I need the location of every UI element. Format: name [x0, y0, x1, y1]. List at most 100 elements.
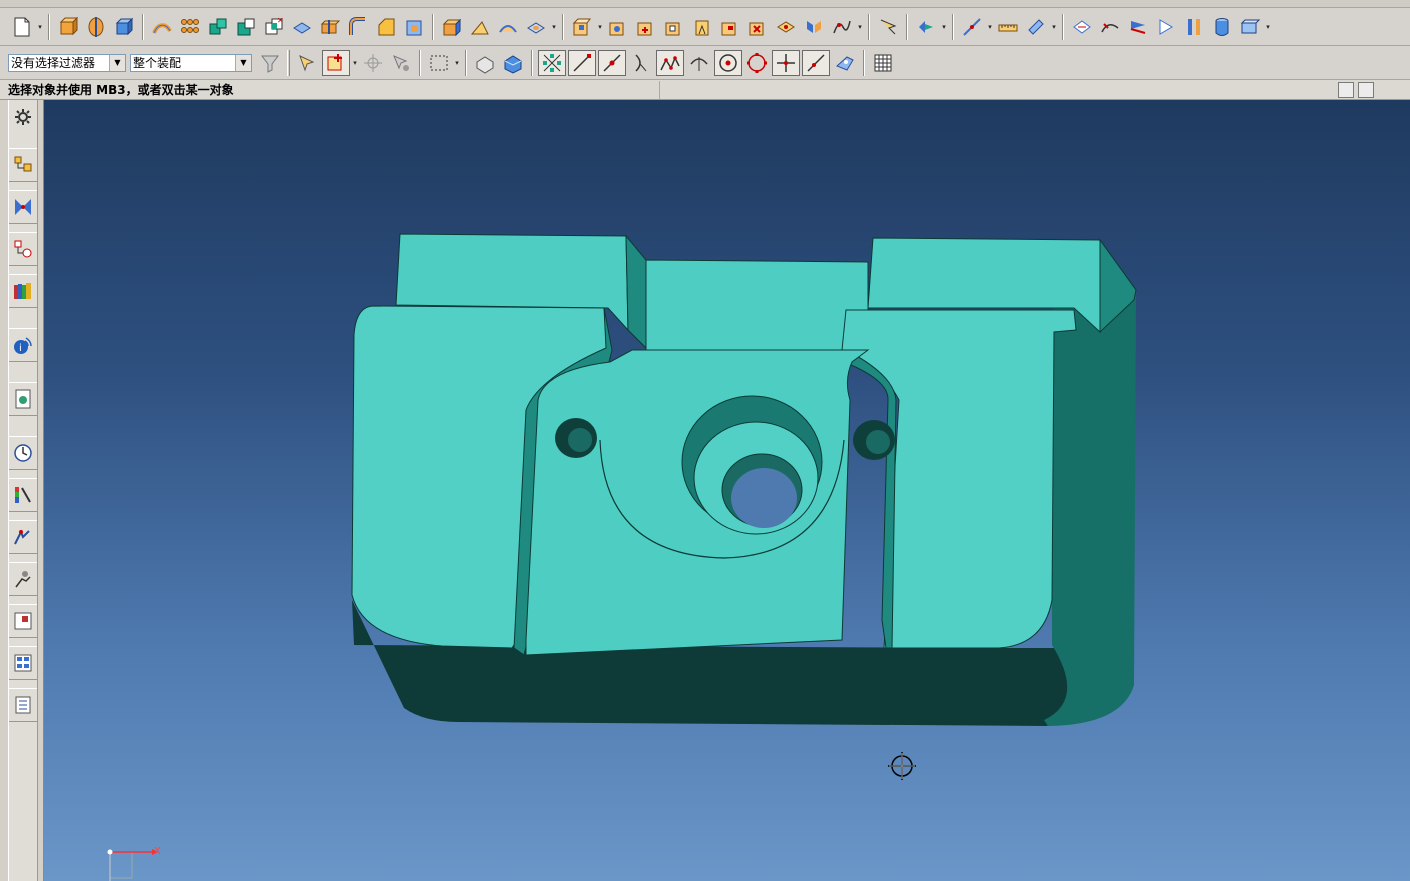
face-analysis-dropdown[interactable]: ▾ [940, 13, 948, 41]
process-studio-icon[interactable] [9, 478, 37, 512]
hole-icon[interactable] [522, 13, 550, 41]
hole-dropdown[interactable]: ▾ [550, 13, 558, 41]
slot-icon[interactable] [660, 13, 688, 41]
model-right-plate [841, 309, 1077, 649]
sweep-icon[interactable] [148, 13, 176, 41]
snap-point-on-curve-icon[interactable] [772, 49, 800, 76]
system-materials-icon[interactable] [9, 520, 37, 554]
x-axis-label: X [154, 846, 161, 857]
selection-scope-value: 整个装配 [133, 56, 182, 70]
roles-icon[interactable] [9, 688, 37, 722]
pattern-icon[interactable] [176, 13, 204, 41]
chevron-down-icon[interactable]: ▼ [235, 54, 251, 71]
draft-analysis-icon[interactable] [1152, 13, 1180, 41]
mounting-hole-left-inner [568, 428, 592, 452]
measure-angle-icon[interactable] [800, 13, 828, 41]
snap-point-on-surface-icon[interactable] [802, 49, 830, 76]
gap-analysis-icon[interactable] [1124, 13, 1152, 41]
curve-analysis-icon[interactable] [1068, 13, 1096, 41]
wcs-icon[interactable] [1236, 13, 1264, 41]
edit-feature-icon[interactable] [744, 13, 772, 41]
selection-scope-combo[interactable]: 整个装配 ▼ [130, 53, 252, 72]
face-analysis-icon[interactable] [912, 13, 940, 41]
measure-body-icon[interactable] [1022, 13, 1050, 41]
part-navigator-icon[interactable] [9, 232, 37, 266]
snap-icon[interactable] [322, 49, 350, 76]
snap-dropdown[interactable]: ▾ [351, 49, 359, 77]
type-filter-value: 没有选择过滤器 [11, 56, 96, 70]
snap-bounded-icon[interactable] [831, 49, 859, 77]
snap-intersection-icon[interactable] [714, 49, 742, 76]
select-parents-icon[interactable] [387, 49, 415, 77]
boss-icon[interactable] [568, 13, 596, 41]
select-feature-icon[interactable] [293, 49, 321, 77]
rectangle-select-icon[interactable] [425, 49, 453, 77]
model-left-wall-side [625, 234, 649, 352]
reuse-library-icon[interactable] [9, 274, 37, 308]
chamfer-icon[interactable] [372, 13, 400, 41]
analysis-dropdown[interactable]: ▾ [856, 13, 864, 41]
feature-list-icon[interactable] [716, 13, 744, 41]
extrude-icon[interactable] [54, 13, 82, 41]
selection-toolbar: 没有选择过滤器 ▼ 整个装配 ▼ ▾ ▾ [0, 46, 1410, 80]
restore-icon[interactable] [1338, 82, 1354, 98]
new-file-icon[interactable] [8, 13, 36, 41]
measure-point-dropdown[interactable]: ▾ [986, 13, 994, 41]
solid-body-icon[interactable] [471, 49, 499, 77]
draft-icon[interactable] [438, 13, 466, 41]
chevron-down-icon[interactable]: ▼ [109, 54, 125, 71]
role-icon[interactable] [9, 562, 37, 596]
measure-distance-icon[interactable] [772, 13, 800, 41]
subtract-icon[interactable] [232, 13, 260, 41]
new-file-dropdown[interactable]: ▾ [36, 13, 44, 41]
rectangle-select-dropdown[interactable]: ▾ [453, 49, 461, 77]
measure-body-dropdown[interactable]: ▾ [1050, 13, 1058, 41]
palette-icon[interactable] [9, 646, 37, 680]
snap-circle-icon[interactable] [743, 49, 771, 77]
web-browser-icon[interactable] [9, 382, 37, 416]
part-model[interactable] [44, 100, 1410, 881]
deselect-icon[interactable] [359, 49, 387, 77]
ruler-icon[interactable] [994, 13, 1022, 41]
grid-icon[interactable] [869, 49, 897, 77]
edge-blend-icon[interactable] [344, 13, 372, 41]
boss-dropdown[interactable]: ▾ [596, 13, 604, 41]
history-icon[interactable] [9, 436, 37, 470]
trim-body-icon[interactable] [288, 13, 316, 41]
cylinder-icon[interactable] [1208, 13, 1236, 41]
pad-icon[interactable] [632, 13, 660, 41]
graphics-window[interactable]: X [44, 100, 1410, 881]
analysis-icon[interactable] [828, 13, 856, 41]
maximize-icon[interactable] [1358, 82, 1374, 98]
unite-icon[interactable] [204, 13, 232, 41]
snap-control-icon[interactable] [598, 49, 626, 76]
snap-arc-center-icon[interactable] [627, 49, 655, 77]
intersect-icon[interactable]: ✕ [260, 13, 288, 41]
block-icon[interactable] [110, 13, 138, 41]
snap-quadrant-icon[interactable] [685, 49, 713, 77]
groove-icon[interactable] [688, 13, 716, 41]
revolve-icon[interactable] [82, 13, 110, 41]
filter-icon[interactable] [256, 49, 284, 77]
constraint-navigator-icon[interactable] [9, 190, 37, 224]
assembly-navigator-icon[interactable] [9, 148, 37, 182]
reflection-icon[interactable] [1180, 13, 1208, 41]
info-icon[interactable]: i [9, 328, 37, 362]
wcs-dropdown[interactable]: ▾ [1264, 13, 1272, 41]
menu-sliver [0, 0, 1410, 8]
snap-midpoint-icon[interactable] [568, 49, 596, 76]
settings-icon[interactable] [9, 100, 37, 134]
template-icon[interactable] [9, 604, 37, 638]
sheet-body-icon[interactable] [499, 49, 527, 77]
section-view-icon[interactable] [874, 13, 902, 41]
type-filter-combo[interactable]: 没有选择过滤器 ▼ [8, 53, 126, 72]
thicken-icon[interactable] [494, 13, 522, 41]
snap-tangent-icon[interactable] [656, 49, 684, 76]
measure-point-icon[interactable] [958, 13, 986, 41]
deviation-icon[interactable] [1096, 13, 1124, 41]
snap-endpoint-icon[interactable] [538, 49, 566, 76]
offset-face-icon[interactable] [466, 13, 494, 41]
shell-icon[interactable] [400, 13, 428, 41]
split-body-icon[interactable] [316, 13, 344, 41]
pocket-icon[interactable] [604, 13, 632, 41]
